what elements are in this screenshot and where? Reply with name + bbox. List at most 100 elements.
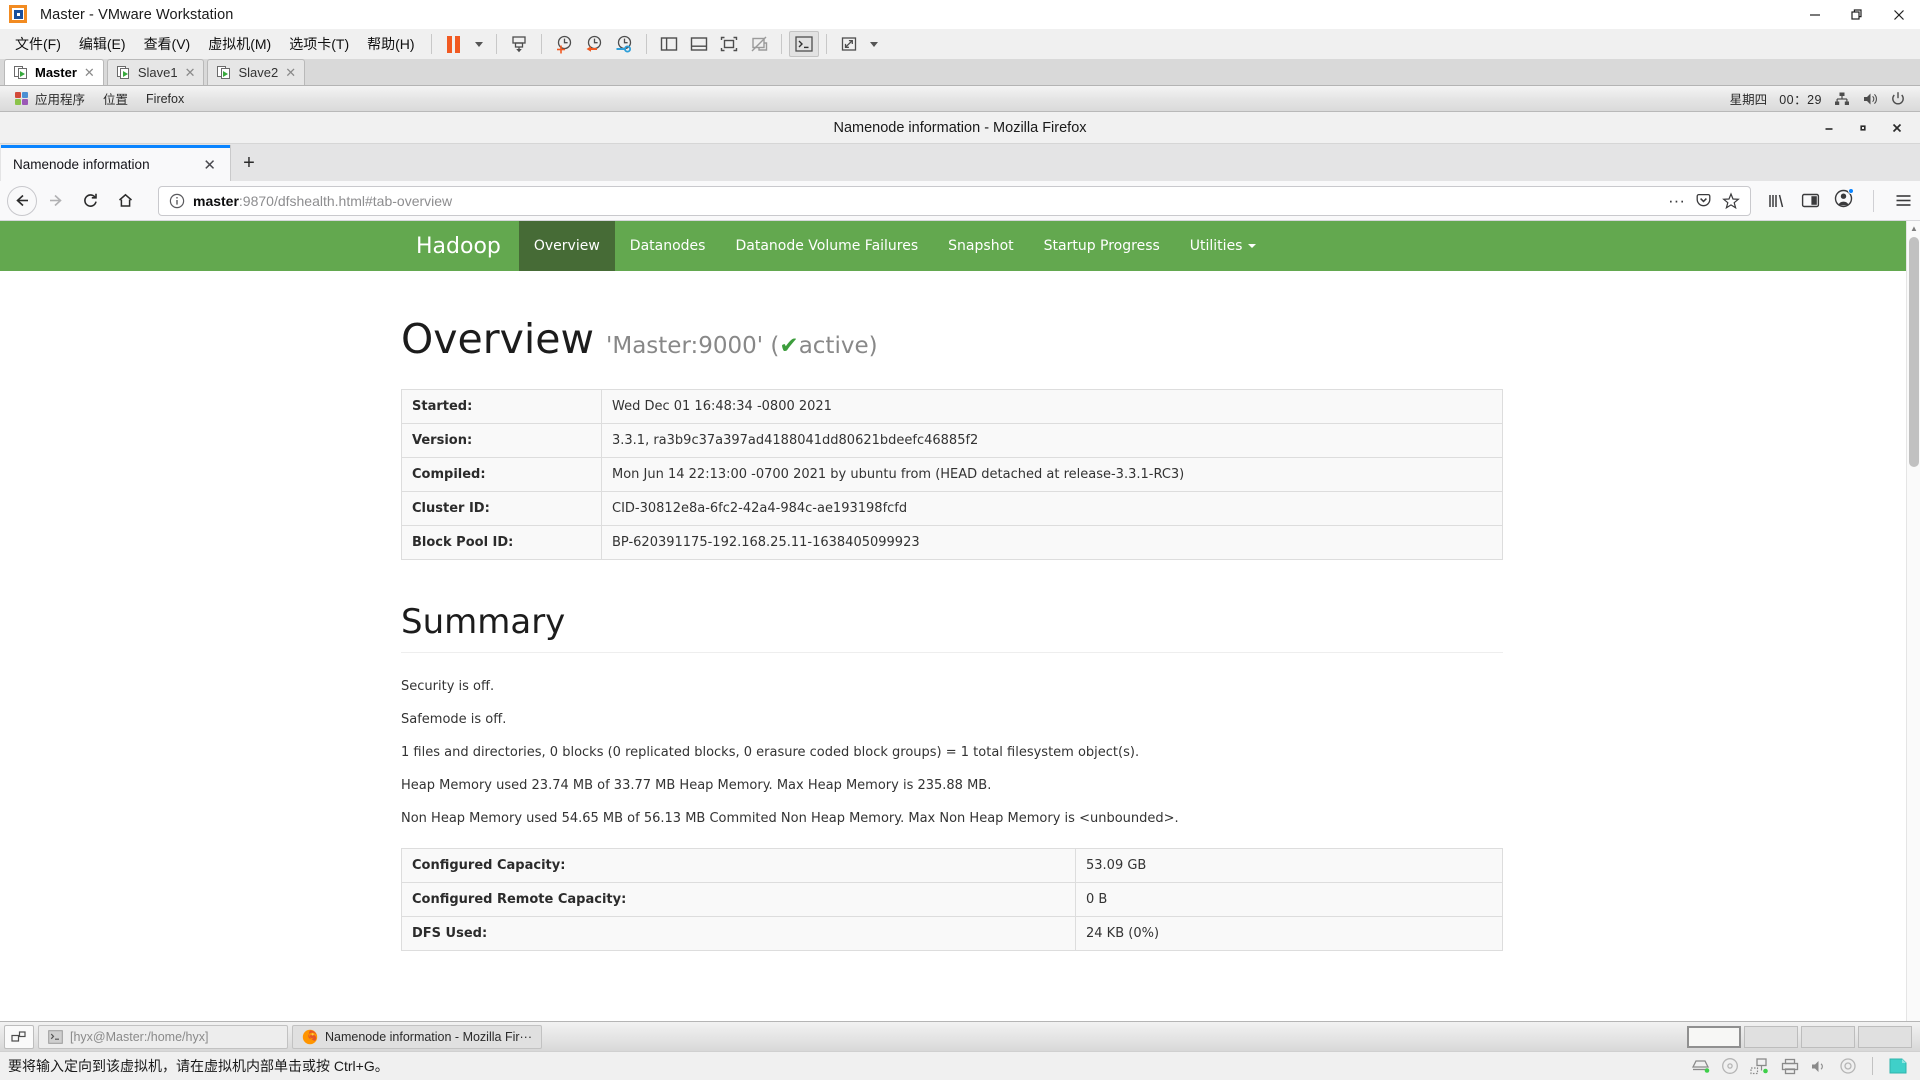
- show-desktop-button[interactable]: [4, 1024, 34, 1049]
- vm-powered-on-icon: [116, 66, 131, 79]
- menu-tabs[interactable]: 选项卡(T): [280, 31, 358, 57]
- network-icon[interactable]: [1834, 91, 1850, 107]
- nav-datanode-volume-failures[interactable]: Datanode Volume Failures: [720, 221, 933, 271]
- urlbar-action-icons: ···: [1668, 192, 1744, 210]
- toolbar-separator: [825, 34, 827, 54]
- nav-utilities-label: Utilities: [1189, 238, 1243, 254]
- restore-button[interactable]: [1836, 0, 1878, 29]
- firefox-minimize-button[interactable]: [1812, 112, 1846, 144]
- power-button[interactable]: [504, 31, 534, 57]
- harddisk-icon[interactable]: [1690, 1058, 1710, 1074]
- usb-device-icon[interactable]: [1839, 1057, 1857, 1075]
- close-icon[interactable]: ✕: [199, 156, 220, 174]
- gnome-clock-time[interactable]: 00：29: [1779, 89, 1822, 108]
- nav-overview[interactable]: Overview: [518, 221, 615, 271]
- url-text[interactable]: master:9870/dfshealth.html#tab-overview: [193, 193, 1660, 209]
- suspend-button[interactable]: [439, 31, 469, 57]
- fullscreen-dropdown[interactable]: [864, 31, 884, 57]
- workspace-3[interactable]: [1801, 1025, 1855, 1048]
- volume-icon[interactable]: [1862, 91, 1878, 107]
- vm-tab-slave2[interactable]: Slave2 ✕: [207, 59, 306, 85]
- fit-guest-button[interactable]: [714, 31, 744, 57]
- vm-tab-slave1[interactable]: Slave1 ✕: [106, 59, 205, 85]
- vm-tab-close-icon[interactable]: ✕: [285, 65, 296, 81]
- url-bar[interactable]: master:9870/dfshealth.html#tab-overview …: [158, 185, 1751, 216]
- show-library-button[interactable]: [654, 31, 684, 57]
- show-thumbnails-button[interactable]: [684, 31, 714, 57]
- network-adapter-icon[interactable]: [1750, 1057, 1770, 1075]
- vmware-statusbar: 要将输入定向到该虚拟机，请在虚拟机内部单击或按 Ctrl+G。: [0, 1051, 1920, 1080]
- sound-card-icon[interactable]: [1810, 1058, 1828, 1075]
- nav-startup-progress[interactable]: Startup Progress: [1029, 221, 1175, 271]
- workspace-2[interactable]: [1744, 1025, 1798, 1048]
- autofit-off-button[interactable]: [744, 31, 774, 57]
- browser-tab-namenode-information[interactable]: Namenode information ✕: [1, 145, 230, 181]
- menu-icon[interactable]: [1894, 192, 1913, 209]
- pocket-icon[interactable]: [1695, 192, 1712, 209]
- nav-datanodes-label: Datanodes: [629, 238, 706, 254]
- revert-snapshot-button[interactable]: [579, 31, 609, 57]
- scroll-up-arrow-icon[interactable]: ▲: [1907, 221, 1920, 235]
- workspace-1[interactable]: [1687, 1025, 1741, 1048]
- fullscreen-button[interactable]: [834, 31, 864, 57]
- gnome-firefox-menu[interactable]: Firefox: [137, 92, 193, 106]
- take-snapshot-button[interactable]: [549, 31, 579, 57]
- gnome-clock-day[interactable]: 星期四: [1730, 89, 1768, 108]
- vm-tab-master[interactable]: Master ✕: [4, 59, 104, 85]
- library-icon[interactable]: [1767, 192, 1787, 210]
- nav-snapshot-label: Snapshot: [948, 238, 1014, 254]
- firefox-close-button[interactable]: [1880, 112, 1914, 144]
- back-button[interactable]: [7, 185, 37, 216]
- home-button[interactable]: [109, 186, 142, 216]
- workspace-4[interactable]: [1858, 1025, 1912, 1048]
- gnome-applications-menu[interactable]: 应用程序: [6, 89, 94, 108]
- snapshot-manager-button[interactable]: [609, 31, 639, 57]
- unity-mode-icon[interactable]: [1888, 1057, 1908, 1075]
- vm-tab-label: Master: [35, 65, 77, 80]
- pause-icon: [447, 35, 461, 53]
- printer-icon[interactable]: [1781, 1058, 1799, 1075]
- table-row: Version: 3.3.1, ra3b9c37a397ad4188041dd8…: [401, 423, 1503, 458]
- vm-tab-close-icon[interactable]: ✕: [185, 65, 196, 81]
- vmware-device-icons: [1690, 1057, 1912, 1075]
- vmware-window-title: Master - VMware Workstation: [40, 6, 234, 23]
- menu-vm[interactable]: 虚拟机(M): [199, 31, 280, 57]
- firefox-maximize-button[interactable]: [1846, 112, 1880, 144]
- menu-help[interactable]: 帮助(H): [358, 31, 423, 57]
- scrollbar-thumb[interactable]: [1909, 237, 1919, 467]
- page-actions-icon[interactable]: ···: [1668, 192, 1685, 209]
- hadoop-brand[interactable]: Hadoop: [398, 221, 519, 271]
- new-tab-button[interactable]: +: [230, 145, 268, 181]
- menu-edit[interactable]: 编辑(E): [70, 31, 135, 57]
- nav-utilities[interactable]: Utilities: [1175, 221, 1272, 271]
- console-button[interactable]: [788, 31, 819, 57]
- chevron-down-icon: [1248, 244, 1257, 248]
- summary-line-files: 1 files and directories, 0 blocks (0 rep…: [401, 745, 1140, 760]
- url-host: master: [193, 192, 239, 209]
- minimize-button[interactable]: [1794, 0, 1836, 29]
- power-icon[interactable]: [1890, 91, 1906, 107]
- sidebar-icon[interactable]: [1801, 192, 1820, 209]
- gnome-taskbar: [hyx@Master:/home/hyx] Namenode informat…: [0, 1021, 1920, 1051]
- info-circle-icon[interactable]: [169, 193, 185, 209]
- close-button[interactable]: [1878, 0, 1920, 29]
- taskbar-item-firefox[interactable]: Namenode information - Mozilla Fir···: [292, 1024, 543, 1049]
- nav-datanodes[interactable]: Datanodes: [615, 221, 721, 271]
- toolbar-separator: [495, 34, 497, 54]
- row-key: DFS Used:: [401, 916, 1076, 951]
- reload-button[interactable]: [74, 186, 107, 216]
- forward-button[interactable]: [39, 186, 72, 216]
- page-scrollbar[interactable]: ▲ ▼: [1906, 221, 1920, 1051]
- nav-snapshot[interactable]: Snapshot: [933, 221, 1028, 271]
- overview-heading: Overview: [401, 315, 595, 363]
- taskbar-item-terminal[interactable]: [hyx@Master:/home/hyx]: [38, 1024, 288, 1049]
- vm-tab-close-icon[interactable]: ✕: [84, 65, 95, 81]
- suspend-dropdown[interactable]: [469, 31, 489, 57]
- cdrom-icon[interactable]: [1721, 1057, 1739, 1075]
- vm-tab-label: Slave1: [137, 65, 178, 80]
- bookmark-star-icon[interactable]: [1722, 191, 1740, 210]
- menu-file[interactable]: 文件(F): [6, 31, 70, 57]
- gnome-places-menu[interactable]: 位置: [94, 89, 137, 108]
- firefox-tabstrip: Namenode information ✕ +: [0, 144, 1920, 181]
- menu-view[interactable]: 查看(V): [135, 31, 200, 57]
